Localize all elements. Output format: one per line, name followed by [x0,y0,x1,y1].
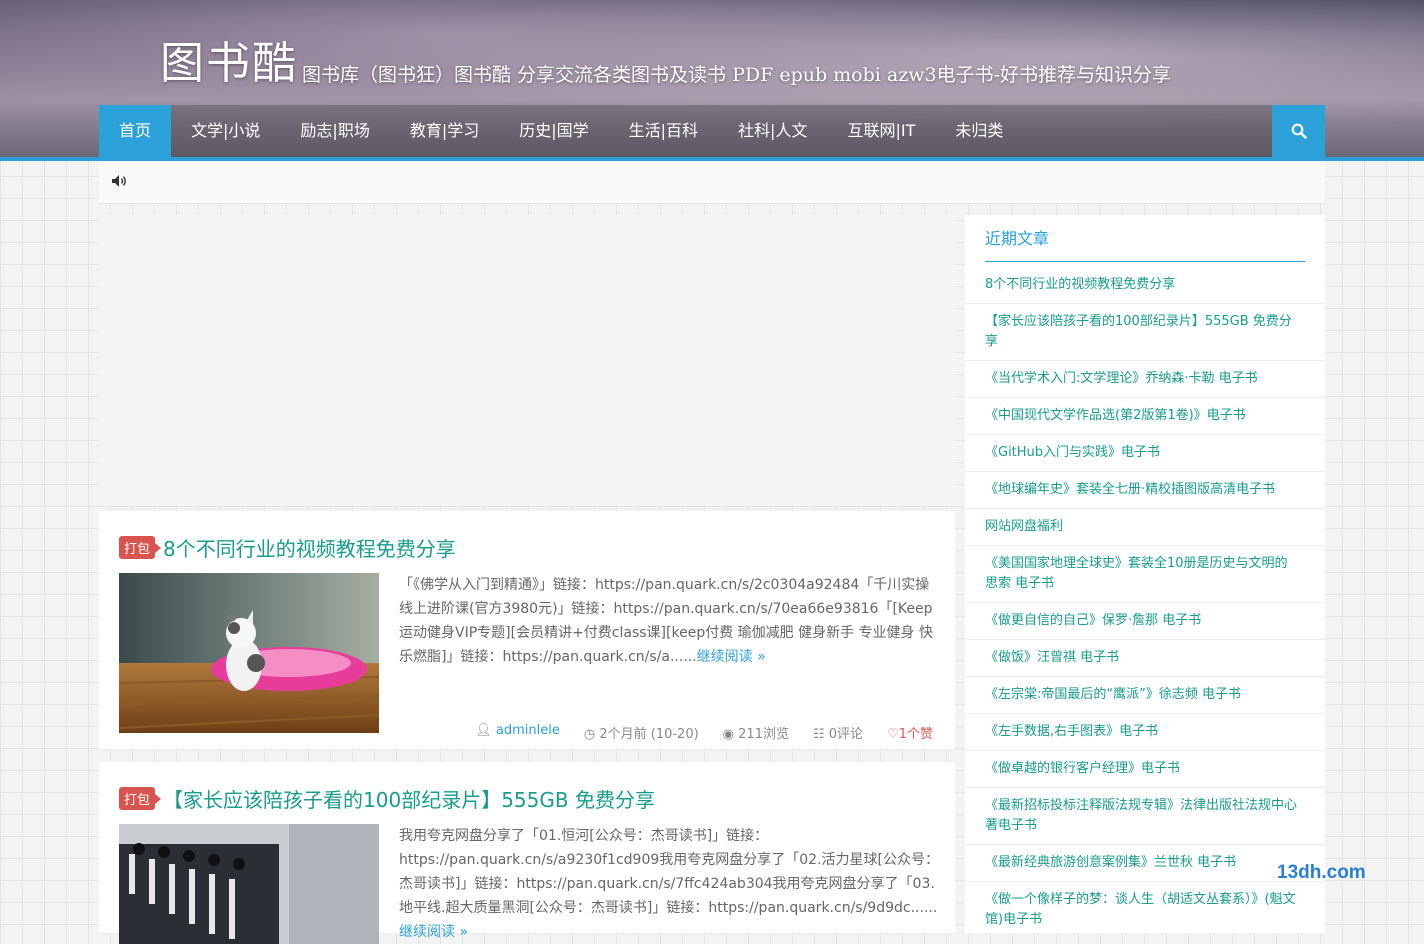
nav-item-uncategorized[interactable]: 未归类 [935,105,1023,157]
post-card: 打包 8个不同行业的视频教程免费分享 「《佛学从入门到精通》」链接：https:… [99,511,955,750]
post-excerpt-text: 我用夸克网盘分享了「01.恒河[公众号：杰哥读书]」链接：https://pan… [399,828,939,916]
read-more-link[interactable]: 继续阅读 » [697,649,766,665]
post-comments-text[interactable]: 0评论 [829,727,863,742]
post-thumbnail[interactable] [119,573,379,733]
post-title-link[interactable]: 8个不同行业的视频教程免费分享 [163,533,456,562]
heart-icon[interactable]: ♡ [887,727,899,742]
nav-item-literature[interactable]: 文学|小说 [171,105,280,157]
recent-post-link[interactable]: 《最新招标投标注释版法规专辑》法律出版社法规中心著电子书 [965,788,1325,845]
post-comments[interactable]: ☷ 0评论 [813,723,863,742]
recent-post-link[interactable]: 《当代学术入门:文学理论》乔纳森·卡勒 电子书 [965,361,1325,398]
recent-post-link[interactable]: 8个不同行业的视频教程免费分享 [965,267,1325,304]
recent-post-link[interactable]: 《做卓越的银行客户经理》电子书 [965,751,1325,788]
search-icon [1291,123,1307,139]
post-excerpt-text: 「《佛学从入门到精通》」链接：https://pan.quark.cn/s/2c… [399,577,934,665]
post-title-row: 打包 8个不同行业的视频教程免费分享 [119,533,456,562]
nav-item-social[interactable]: 社科|人文 [718,105,827,157]
post-card: 打包 【家长应该陪孩子看的100部纪录片】555GB 免费分享 我用夸克网盘分享… [99,762,955,944]
post-author[interactable]: 👤︎ adminlele [475,723,560,742]
post-badge[interactable]: 打包 [119,787,162,810]
post-title-link[interactable]: 【家长应该陪孩子看的100部纪录片】555GB 免费分享 [163,784,655,813]
recent-posts-list: 8个不同行业的视频教程免费分享 【家长应该陪孩子看的100部纪录片】555GB … [965,267,1325,933]
post-date: ◷ 2个月前 (10-20) [584,723,699,742]
recent-post-link[interactable]: 《GitHub入门与实践》电子书 [965,435,1325,472]
recent-post-link[interactable]: 网站网盘福利 [965,509,1325,546]
post-excerpt: 我用夸克网盘分享了「01.恒河[公众号：杰哥读书]」链接：https://pan… [399,824,939,944]
recent-post-link[interactable]: 《美国国家地理全球史》套装全10册是历史与文明的思索 电子书 [965,546,1325,603]
main-nav: 首页 文学|小说 励志|职场 教育|学习 历史|国学 生活|百科 社科|人文 互… [99,105,1325,161]
eye-icon: ◉ [722,727,735,742]
post-date-text: 2个月前 (10-20) [599,727,699,742]
post-views: ◉ 211浏览 [723,723,789,742]
recent-posts-widget: 近期文章 8个不同行业的视频教程免费分享 【家长应该陪孩子看的100部纪录片】5… [965,215,1325,933]
recent-post-link[interactable]: 【家长应该陪孩子看的100部纪录片】555GB 免费分享 [965,304,1325,361]
ad-placeholder [99,215,955,505]
search-button[interactable] [1272,105,1325,157]
recent-post-link[interactable]: 《做更自信的自己》保罗·詹那 电子书 [965,603,1325,640]
nav-item-education[interactable]: 教育|学习 [390,105,499,157]
nav-item-inspiration[interactable]: 励志|职场 [280,105,389,157]
post-likes[interactable]: ♡1个赞 [887,723,933,742]
post-excerpt: 「《佛学从入门到精通》」链接：https://pan.quark.cn/s/2c… [399,573,939,669]
recent-post-link[interactable]: 《做饭》汪曾祺 电子书 [965,640,1325,677]
post-title-row: 打包 【家长应该陪孩子看的100部纪录片】555GB 免费分享 [119,784,655,813]
widget-title: 近期文章 [985,227,1305,262]
recent-post-link[interactable]: 《左宗棠:帝国最后的“鹰派”》徐志频 电子书 [965,677,1325,714]
site-brand[interactable]: 图书酷 图书库（图书狂）图书酷 分享交流各类图书及读书 PDF epub mob… [160,30,1171,90]
nav-item-internet[interactable]: 互联网|IT [827,105,935,157]
watermark-logo: 13dh.com [1277,862,1366,883]
post-thumbnail[interactable] [119,824,379,944]
recent-post-link[interactable]: 《左手数据,右手图表》电子书 [965,714,1325,751]
post-meta: 👤︎ adminlele ◷ 2个月前 (10-20) ◉ 211浏览 ☷ 0评… [475,723,933,742]
user-icon: 👤︎ [475,723,492,738]
speaker-icon [112,175,126,187]
nav-item-life[interactable]: 生活|百科 [609,105,718,157]
nav-item-home[interactable]: 首页 [99,105,172,157]
recent-post-link[interactable]: 《地球编年史》套装全七册·精校插图版高清电子书 [965,472,1325,509]
clock-icon: ◷ [583,727,596,742]
post-likes-text[interactable]: 1个赞 [899,727,933,742]
read-more-link[interactable]: 继续阅读 » [399,924,468,940]
site-tagline: 图书库（图书狂）图书酷 分享交流各类图书及读书 PDF epub mobi az… [302,64,1172,86]
comment-icon: ☷ [812,727,825,742]
recent-post-link[interactable]: 《中国现代文学作品选(第2版第1卷)》电子书 [965,398,1325,435]
post-badge[interactable]: 打包 [119,536,162,559]
recent-post-link[interactable]: 《做一个像样子的梦：谈人生（胡适文丛套系）》(魁文馆)电子书 [965,882,1325,933]
notice-bar [99,161,1325,204]
site-name[interactable]: 图书酷 [160,38,298,90]
author-name[interactable]: adminlele [496,723,560,738]
post-views-text: 211浏览 [738,727,789,742]
recent-post-link[interactable]: 《最新经典旅游创意案例集》兰世秋 电子书 [965,845,1325,882]
nav-item-history[interactable]: 历史|国学 [499,105,608,157]
